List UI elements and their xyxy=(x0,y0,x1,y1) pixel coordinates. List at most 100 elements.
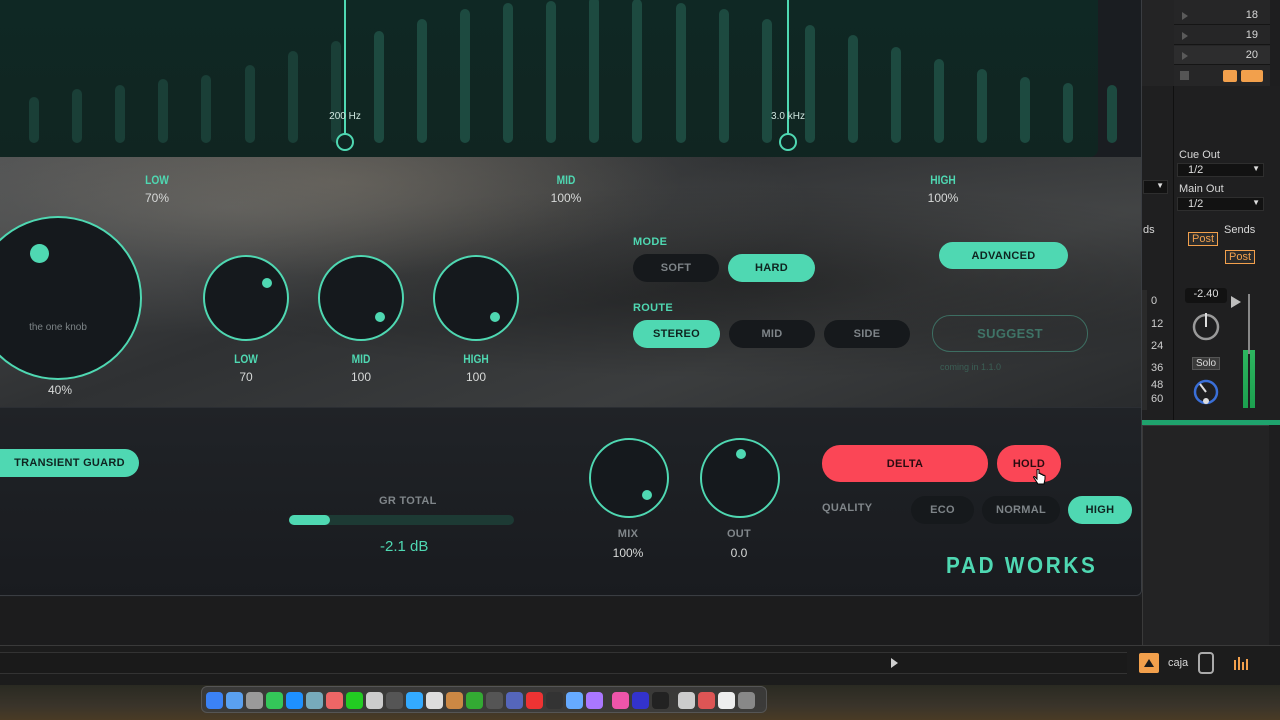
volume-field[interactable]: -2.40 xyxy=(1185,288,1227,303)
dock-app-icon[interactable] xyxy=(612,692,629,709)
out-label: OUT xyxy=(726,528,752,540)
dock-app-icon[interactable] xyxy=(586,692,603,709)
out-knob[interactable] xyxy=(700,438,780,518)
one-knob[interactable]: the one knob xyxy=(0,216,142,380)
dock-app-icon[interactable] xyxy=(466,692,483,709)
band-mid-header: MID xyxy=(556,173,576,187)
scene-row-18[interactable]: 18 xyxy=(1174,6,1270,25)
main-out-select[interactable]: 1/2 ▼ xyxy=(1177,197,1264,211)
dock-app-icon[interactable] xyxy=(266,692,283,709)
scene-launch-icon xyxy=(1182,32,1188,40)
cue-out-value: 1/2 xyxy=(1188,164,1204,176)
dock-app-icon[interactable] xyxy=(246,692,263,709)
fader-track[interactable] xyxy=(1248,294,1250,354)
dock-app-icon[interactable] xyxy=(386,692,403,709)
delta-button[interactable]: DELTA xyxy=(822,445,988,482)
main-out-value: 1/2 xyxy=(1188,198,1204,210)
post-toggle-1[interactable]: Post xyxy=(1188,232,1219,246)
cpu-meter-icon[interactable] xyxy=(1233,656,1253,670)
low-knob[interactable] xyxy=(203,255,289,341)
spectrum-bar xyxy=(675,3,686,143)
dock-app-icon[interactable] xyxy=(406,692,423,709)
mode-soft-button[interactable]: SOFT xyxy=(633,254,719,282)
route-stereo-button[interactable]: STEREO xyxy=(633,320,720,348)
route-side-button[interactable]: SIDE xyxy=(824,320,910,348)
warning-icon[interactable] xyxy=(1139,653,1159,673)
mode-hard-button[interactable]: HARD xyxy=(728,254,815,282)
device-area xyxy=(1142,425,1269,645)
hand-cursor-icon xyxy=(1033,469,1046,485)
dock-app-icon[interactable] xyxy=(698,692,715,709)
spectrum-bar xyxy=(718,9,729,143)
band-high-value: 100% xyxy=(927,191,959,205)
play-icon[interactable] xyxy=(891,658,898,668)
meter-scale-60: 60 xyxy=(1151,393,1164,405)
spectrum-bar xyxy=(891,47,901,143)
spectrum-bar xyxy=(460,9,470,143)
send-knob[interactable] xyxy=(1190,376,1222,408)
dock-app-icon[interactable] xyxy=(306,692,323,709)
dock-app-icon[interactable] xyxy=(346,692,363,709)
post-toggle-2[interactable]: Post xyxy=(1225,250,1256,264)
daw-status-bar: caja xyxy=(0,645,1280,685)
crossover-high-handle[interactable] xyxy=(779,133,797,151)
quality-eco-button[interactable]: ECO xyxy=(911,496,974,524)
spectrum-bar xyxy=(29,97,39,143)
scene-row-19[interactable]: 19 xyxy=(1174,26,1270,45)
mixer-divider xyxy=(1173,86,1174,420)
spectrum-bar xyxy=(158,79,169,143)
dock-app-icon[interactable] xyxy=(226,692,243,709)
pan-knob[interactable] xyxy=(1190,311,1222,343)
advanced-button[interactable]: ADVANCED xyxy=(939,242,1068,269)
dock-app-icon[interactable] xyxy=(206,692,223,709)
crossover-high-label: 3.0 kHz xyxy=(771,111,805,122)
daw-background xyxy=(0,597,1142,645)
session-record-icon[interactable] xyxy=(1241,70,1263,82)
dock-app-icon[interactable] xyxy=(506,692,523,709)
low-knob-indicator xyxy=(262,278,272,288)
dock-app-icon[interactable] xyxy=(738,692,755,709)
volume-arrow-icon[interactable] xyxy=(1231,296,1241,308)
dock-app-icon[interactable] xyxy=(632,692,649,709)
status-strip xyxy=(0,652,1127,674)
clip-view-icon[interactable] xyxy=(1223,70,1237,82)
dock-app-icon[interactable] xyxy=(486,692,503,709)
chevron-down-icon: ▼ xyxy=(1252,198,1260,207)
mix-knob[interactable] xyxy=(589,438,669,518)
spectrum-bar xyxy=(373,31,384,143)
dock-app-icon[interactable] xyxy=(718,692,735,709)
dock-app-icon[interactable] xyxy=(652,692,669,709)
quality-normal-button[interactable]: NORMAL xyxy=(982,496,1060,524)
mid-knob[interactable] xyxy=(318,255,404,341)
spectrum-bar xyxy=(287,51,298,143)
spectrum-bar xyxy=(330,41,341,143)
suggest-button[interactable]: SUGGEST xyxy=(932,315,1088,352)
cue-out-select[interactable]: 1/2 ▼ xyxy=(1177,163,1264,177)
dock-app-icon[interactable] xyxy=(566,692,583,709)
dock-app-icon[interactable] xyxy=(426,692,443,709)
track-output-select[interactable]: ▼ xyxy=(1143,180,1168,194)
band-low-header: LOW xyxy=(145,173,169,187)
quality-label: QUALITY xyxy=(822,502,873,514)
dock-app-icon[interactable] xyxy=(446,692,463,709)
crossover-low-handle[interactable] xyxy=(336,133,354,151)
quality-high-button[interactable]: HIGH xyxy=(1068,496,1132,524)
dock-app-icon[interactable] xyxy=(546,692,563,709)
hold-button[interactable]: HOLD xyxy=(997,445,1061,482)
transient-guard-button[interactable]: TRANSIENT GUARD xyxy=(0,449,139,477)
stop-all-icon[interactable] xyxy=(1180,71,1189,80)
high-knob[interactable] xyxy=(433,255,519,341)
dock-app-icon[interactable] xyxy=(526,692,543,709)
low-knob-value: 70 xyxy=(239,370,253,384)
sends-label: Sends xyxy=(1224,224,1256,236)
scene-row-20[interactable]: 20 xyxy=(1174,46,1270,65)
solo-button[interactable]: Solo xyxy=(1192,357,1220,370)
spectrum-bar xyxy=(589,0,600,143)
dock-app-icon[interactable] xyxy=(678,692,695,709)
device-icon[interactable] xyxy=(1198,652,1214,674)
dock-app-icon[interactable] xyxy=(366,692,383,709)
dock-app-icon[interactable] xyxy=(326,692,343,709)
gr-total-label: GR TOTAL xyxy=(379,495,437,507)
route-mid-button[interactable]: MID xyxy=(729,320,815,348)
dock-app-icon[interactable] xyxy=(286,692,303,709)
